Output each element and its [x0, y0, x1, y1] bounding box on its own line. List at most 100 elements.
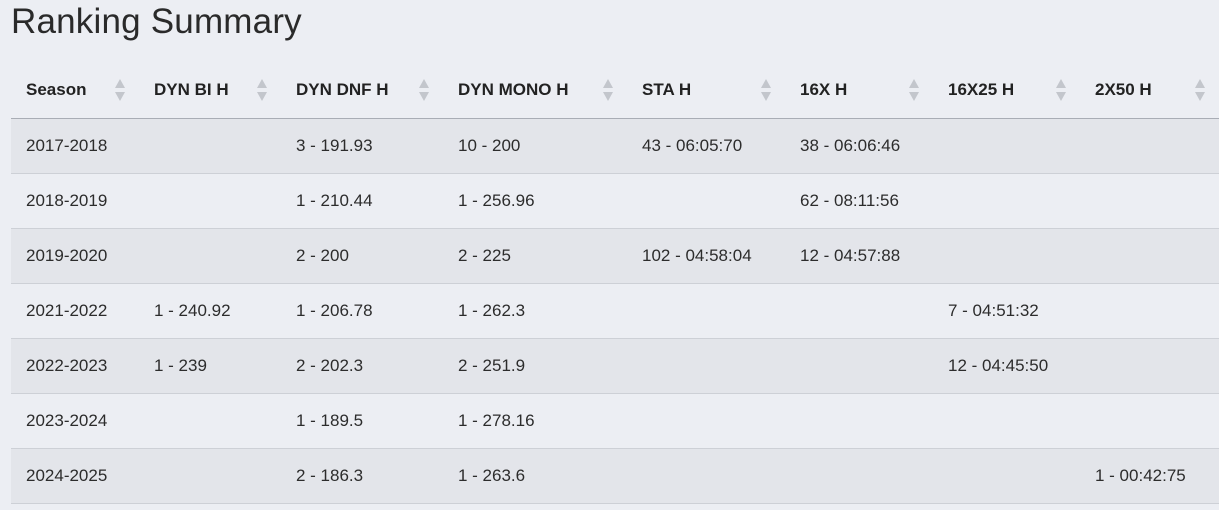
- sort-descending-icon: [115, 92, 125, 101]
- table-cell-dyn-dnf-h: 2 - 200: [281, 228, 443, 284]
- table-cell-sta-h: [627, 338, 785, 394]
- table-cell-dyn-dnf-h: 2 - 202.3: [281, 338, 443, 394]
- sort-descending-icon: [257, 92, 267, 101]
- table-row: 2021-2022 1 - 240.92 1 - 206.78 1 - 262.3 7 …: [11, 283, 1219, 339]
- table-cell-sta-h: [627, 283, 785, 339]
- table-cell-16x25-h: [933, 228, 1080, 284]
- sort-ascending-icon: [1195, 79, 1205, 88]
- column-header-label: DYN BI H: [154, 80, 229, 99]
- sort-icon[interactable]: [419, 78, 429, 102]
- column-header-label: DYN DNF H: [296, 80, 389, 99]
- table-cell-dyn-dnf-h: 3 - 191.93: [281, 118, 443, 174]
- sort-icon[interactable]: [1056, 78, 1066, 102]
- sort-icon[interactable]: [115, 78, 125, 102]
- table-row: 2023-2024 1 - 189.5 1 - 278.16: [11, 393, 1219, 449]
- table-cell-2x50-h: [1080, 118, 1219, 174]
- table-cell-16x-h: [785, 338, 933, 394]
- sort-icon[interactable]: [257, 78, 267, 102]
- table-cell-dyn-dnf-h: 1 - 189.5: [281, 393, 443, 449]
- table-cell-season: 2017-2018: [11, 118, 139, 174]
- table-cell-dyn-bi-h: [139, 173, 281, 229]
- sort-icon[interactable]: [603, 78, 613, 102]
- table-cell-16x-h: [785, 393, 933, 449]
- table-cell-dyn-bi-h: 1 - 239: [139, 338, 281, 394]
- table-cell-16x25-h: [933, 393, 1080, 449]
- table-cell-2x50-h: 1 - 00:42:75: [1080, 448, 1219, 504]
- column-header-sta-h[interactable]: STA H: [627, 62, 785, 119]
- column-header-label: STA H: [642, 80, 692, 99]
- table-cell-dyn-mono-h: 1 - 263.6: [443, 448, 627, 504]
- table-cell-season: 2021-2022: [11, 283, 139, 339]
- column-header-16x-h[interactable]: 16X H: [785, 62, 933, 119]
- sort-ascending-icon: [419, 79, 429, 88]
- column-header-season[interactable]: Season: [11, 62, 139, 119]
- table-row: 2022-2023 1 - 239 2 - 202.3 2 - 251.9 12 - 0…: [11, 338, 1219, 394]
- table-row: 2018-2019 1 - 210.44 1 - 256.96 62 - 08:11:…: [11, 173, 1219, 229]
- table-cell-dyn-mono-h: 1 - 278.16: [443, 393, 627, 449]
- table-cell-2x50-h: [1080, 283, 1219, 339]
- table-cell-dyn-bi-h: [139, 228, 281, 284]
- sort-descending-icon: [1056, 92, 1066, 101]
- page-title: Ranking Summary: [11, 2, 302, 41]
- column-header-label: DYN MONO H: [458, 80, 569, 99]
- table-cell-season: 2022-2023: [11, 338, 139, 394]
- table-cell-season: 2024-2025: [11, 448, 139, 504]
- ranking-table: Season DYN BI H DYN DNF H DYN MONO H STA H 16…: [11, 62, 1219, 504]
- table-cell-dyn-mono-h: 1 - 262.3: [443, 283, 627, 339]
- table-cell-dyn-mono-h: 2 - 225: [443, 228, 627, 284]
- table-cell-dyn-mono-h: 10 - 200: [443, 118, 627, 174]
- table-cell-season: 2018-2019: [11, 173, 139, 229]
- sort-ascending-icon: [909, 79, 919, 88]
- page: Ranking Summary Season DYN BI H DYN DNF H D…: [0, 0, 1219, 510]
- table-cell-16x-h: [785, 283, 933, 339]
- sort-descending-icon: [1195, 92, 1205, 101]
- sort-ascending-icon: [761, 79, 771, 88]
- table-cell-2x50-h: [1080, 228, 1219, 284]
- table-body: 2017-2018 3 - 191.93 10 - 200 43 - 06:05:70…: [11, 118, 1219, 504]
- table-cell-2x50-h: [1080, 173, 1219, 229]
- table-cell-dyn-dnf-h: 1 - 206.78: [281, 283, 443, 339]
- sort-icon[interactable]: [909, 78, 919, 102]
- sort-descending-icon: [603, 92, 613, 101]
- table-cell-dyn-bi-h: [139, 393, 281, 449]
- table-cell-sta-h: [627, 173, 785, 229]
- table-cell-sta-h: 102 - 04:58:04: [627, 228, 785, 284]
- table-cell-dyn-mono-h: 2 - 251.9: [443, 338, 627, 394]
- table-cell-16x25-h: [933, 173, 1080, 229]
- column-header-16x25-h[interactable]: 16X25 H: [933, 62, 1080, 119]
- sort-icon[interactable]: [761, 78, 771, 102]
- column-header-2x50-h[interactable]: 2X50 H: [1080, 62, 1219, 119]
- table-cell-16x25-h: [933, 448, 1080, 504]
- sort-ascending-icon: [257, 79, 267, 88]
- table-cell-sta-h: 43 - 06:05:70: [627, 118, 785, 174]
- table-header-row: Season DYN BI H DYN DNF H DYN MONO H STA H 16…: [11, 62, 1219, 119]
- sort-descending-icon: [761, 92, 771, 101]
- table-cell-16x-h: 62 - 08:11:56: [785, 173, 933, 229]
- sort-descending-icon: [909, 92, 919, 101]
- table-cell-16x-h: 38 - 06:06:46: [785, 118, 933, 174]
- table-cell-dyn-mono-h: 1 - 256.96: [443, 173, 627, 229]
- column-header-dyn-mono-h[interactable]: DYN MONO H: [443, 62, 627, 119]
- table-cell-dyn-bi-h: [139, 448, 281, 504]
- sort-icon[interactable]: [1195, 78, 1205, 102]
- table-row: 2019-2020 2 - 200 2 - 225 102 - 04:58:04 12 …: [11, 228, 1219, 284]
- sort-ascending-icon: [115, 79, 125, 88]
- sort-ascending-icon: [1056, 79, 1066, 88]
- table-cell-2x50-h: [1080, 338, 1219, 394]
- table-cell-16x25-h: [933, 118, 1080, 174]
- table-row: 2017-2018 3 - 191.93 10 - 200 43 - 06:05:70…: [11, 118, 1219, 174]
- table-cell-dyn-bi-h: [139, 118, 281, 174]
- column-header-label: Season: [26, 80, 87, 99]
- table-cell-16x25-h: 12 - 04:45:50: [933, 338, 1080, 394]
- table-cell-16x-h: [785, 448, 933, 504]
- column-header-label: 2X50 H: [1095, 80, 1152, 99]
- table-cell-dyn-bi-h: 1 - 240.92: [139, 283, 281, 339]
- table-cell-sta-h: [627, 448, 785, 504]
- table-cell-16x-h: 12 - 04:57:88: [785, 228, 933, 284]
- table-cell-dyn-dnf-h: 2 - 186.3: [281, 448, 443, 504]
- table-cell-season: 2019-2020: [11, 228, 139, 284]
- table-cell-16x25-h: 7 - 04:51:32: [933, 283, 1080, 339]
- column-header-dyn-dnf-h[interactable]: DYN DNF H: [281, 62, 443, 119]
- column-header-dyn-bi-h[interactable]: DYN BI H: [139, 62, 281, 119]
- table-cell-sta-h: [627, 393, 785, 449]
